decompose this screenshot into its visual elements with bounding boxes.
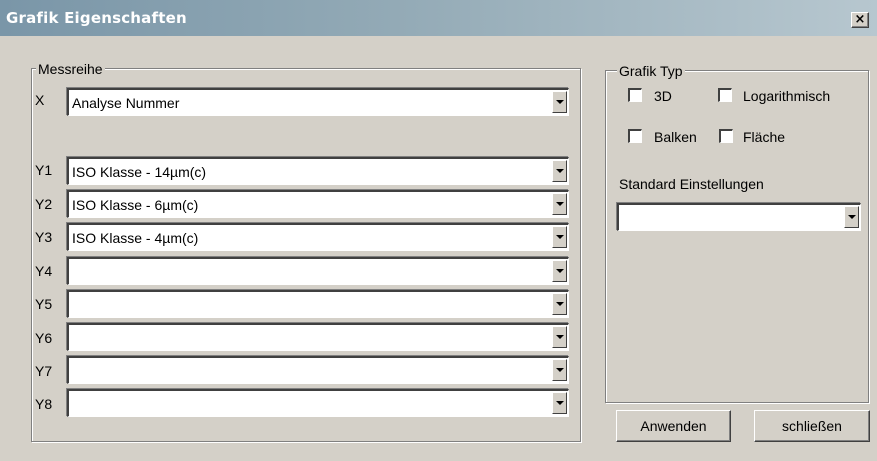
row-label-y6: Y6 (35, 330, 53, 346)
chevron-down-icon[interactable] (552, 326, 567, 348)
row-label-y4: Y4 (35, 263, 53, 279)
grafik-typ-frame (605, 70, 869, 403)
chevron-down-icon[interactable] (552, 226, 567, 248)
row-label-y2: Y2 (35, 196, 53, 212)
chevron-down-icon[interactable] (552, 260, 567, 282)
checkbox-logarithmisch[interactable] (718, 88, 732, 102)
grafik-typ-legend: Grafik Typ (617, 63, 685, 79)
apply-button[interactable]: Anwenden (616, 410, 731, 442)
y1-select[interactable]: ISO Klasse - 14µm(c) (67, 157, 569, 185)
y1-select-value: ISO Klasse - 14µm(c) (72, 164, 207, 180)
standard-einstellungen-label: Standard Einstellungen (619, 176, 764, 192)
standard-einstellungen-select[interactable] (617, 203, 861, 231)
row-label-x: X (35, 92, 45, 108)
y8-select[interactable] (67, 389, 569, 417)
chevron-down-icon[interactable] (844, 206, 859, 228)
y6-select[interactable] (67, 323, 569, 351)
chevron-down-icon[interactable] (552, 193, 567, 215)
y2-select[interactable]: ISO Klasse - 6µm(c) (67, 190, 569, 218)
checkbox-3d[interactable] (628, 88, 642, 102)
chevron-down-icon[interactable] (552, 160, 567, 182)
x-select-value: Analyse Nummer (72, 95, 180, 111)
messreihe-frame (31, 68, 581, 442)
chevron-down-icon[interactable] (552, 293, 567, 315)
checkbox-balken[interactable] (628, 129, 642, 143)
y5-select[interactable] (67, 290, 569, 318)
y3-select[interactable]: ISO Klasse - 4µm(c) (67, 223, 569, 251)
row-label-y3: Y3 (35, 229, 53, 245)
checkbox-flaeche[interactable] (719, 129, 733, 143)
close-dialog-button[interactable]: schließen (754, 410, 870, 442)
y7-select[interactable] (67, 356, 569, 384)
window-title: Grafik Eigenschaften (6, 9, 187, 27)
chevron-down-icon[interactable] (552, 392, 567, 414)
chevron-down-icon[interactable] (552, 91, 567, 113)
row-label-y8: Y8 (35, 396, 53, 412)
row-label-y1: Y1 (35, 162, 53, 178)
y4-select[interactable] (67, 257, 569, 285)
row-label-y5: Y5 (35, 296, 53, 312)
x-select[interactable]: Analyse Nummer (67, 88, 569, 116)
close-icon: × (854, 12, 866, 27)
checkbox-3d-label[interactable]: 3D (654, 88, 672, 104)
chevron-down-icon[interactable] (552, 359, 567, 381)
messreihe-legend: Messreihe (36, 61, 105, 77)
checkbox-logarithmisch-label[interactable]: Logarithmisch (743, 88, 830, 104)
row-label-y7: Y7 (35, 363, 53, 379)
y2-select-value: ISO Klasse - 6µm(c) (72, 197, 199, 213)
title-bar: Grafik Eigenschaften × (0, 0, 877, 36)
y3-select-value: ISO Klasse - 4µm(c) (72, 230, 199, 246)
checkbox-flaeche-label[interactable]: Fläche (743, 129, 785, 145)
close-button[interactable]: × (851, 12, 869, 28)
checkbox-balken-label[interactable]: Balken (654, 129, 697, 145)
